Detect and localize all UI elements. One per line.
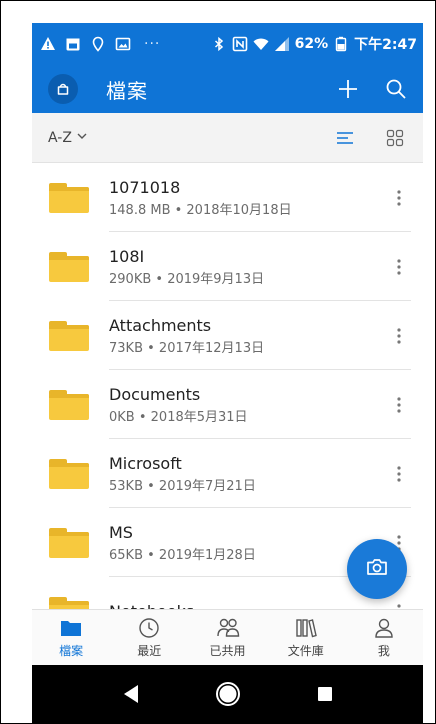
home-icon[interactable]: [214, 680, 242, 708]
bluetooth-icon: [211, 36, 227, 52]
status-ellipsis: ···: [144, 36, 161, 52]
file-info: Documents 0KB • 2018年5月31日: [109, 382, 387, 428]
signal-icon: [274, 36, 290, 52]
folder-icon: [49, 527, 89, 558]
folder-icon: [49, 389, 89, 420]
camera-icon: [365, 555, 389, 583]
bottom-navigation: 檔案 最近 已共用 文件庫 我: [32, 609, 423, 665]
status-bar: ··· 62% 下午2:47: [32, 23, 423, 65]
nav-label: 我: [377, 644, 390, 658]
nfc-icon: [232, 36, 248, 52]
phone-screen: ··· 62% 下午2:47 檔案 A-Z 1071018 148.8 MB •…: [32, 23, 423, 723]
file-meta: 53KB • 2019年7月21日: [109, 478, 256, 494]
chevron-down-icon: [76, 130, 88, 146]
file-row[interactable]: 108I 290KB • 2019年9月13日: [32, 232, 423, 301]
more-options-icon[interactable]: [387, 186, 411, 210]
nav-label: 已共用: [209, 644, 246, 658]
notification-icons: ···: [40, 36, 168, 52]
file-name: Attachments: [109, 315, 212, 335]
file-name: Notebooks: [109, 601, 387, 610]
file-info: Notebooks: [109, 599, 387, 610]
app-bar: 檔案: [32, 65, 423, 113]
clock-icon: [137, 616, 161, 640]
wifi-icon: [253, 36, 269, 52]
person-icon: [372, 616, 396, 640]
nav-label: 文件庫: [287, 644, 324, 658]
file-row[interactable]: 1071018 148.8 MB • 2018年10月18日: [32, 163, 423, 232]
file-info: 1071018 148.8 MB • 2018年10月18日: [109, 175, 387, 221]
camera-fab-button[interactable]: [347, 539, 407, 599]
folder-icon: [59, 616, 83, 640]
file-row[interactable]: Attachments 73KB • 2017年12月13日: [32, 301, 423, 370]
sort-dropdown[interactable]: A-Z: [48, 130, 88, 146]
file-row[interactable]: Microsoft 53KB • 2019年7月21日: [32, 439, 423, 508]
file-meta: 65KB • 2019年1月28日: [109, 547, 256, 563]
file-name: MS: [109, 522, 133, 542]
nav-item-recent[interactable]: 最近: [110, 610, 188, 665]
more-options-icon[interactable]: [387, 462, 411, 486]
file-meta: 73KB • 2017年12月13日: [109, 340, 265, 356]
nav-item-me[interactable]: 我: [345, 610, 423, 665]
grid-view-icon[interactable]: [385, 128, 405, 148]
add-icon[interactable]: [335, 76, 361, 102]
screenshot-frame: ··· 62% 下午2:47 檔案 A-Z 1071018 148.8 MB •…: [0, 0, 436, 724]
clock-time: 下午2:47: [354, 37, 417, 53]
more-options-icon[interactable]: [387, 600, 411, 610]
app-bar-actions: [335, 76, 409, 102]
calendar-icon: [65, 36, 81, 52]
recents-icon[interactable]: [311, 680, 339, 708]
file-info: Microsoft 53KB • 2019年7月21日: [109, 451, 387, 497]
sort-bar: A-Z: [32, 113, 423, 163]
file-info: Attachments 73KB • 2017年12月13日: [109, 313, 387, 359]
file-info: MS 65KB • 2019年1月28日: [109, 520, 387, 566]
file-meta: 148.8 MB • 2018年10月18日: [109, 202, 292, 218]
file-meta: 290KB • 2019年9月13日: [109, 271, 265, 287]
nav-label: 檔案: [59, 644, 84, 658]
system-navigation-bar: [32, 665, 423, 723]
system-status: 62% 下午2:47: [211, 34, 417, 54]
file-meta: 0KB • 2018年5月31日: [109, 409, 248, 425]
shared-icon: [216, 616, 240, 640]
file-name: Microsoft: [109, 453, 182, 473]
search-icon[interactable]: [383, 76, 409, 102]
location-icon: [90, 36, 106, 52]
file-name: 1071018: [109, 177, 181, 197]
sort-label: A-Z: [48, 129, 72, 146]
folder-icon: [49, 458, 89, 489]
library-icon: [294, 616, 318, 640]
account-icon[interactable]: [48, 74, 78, 104]
folder-icon: [49, 182, 89, 213]
file-info: 108I 290KB • 2019年9月13日: [109, 244, 387, 290]
more-options-icon[interactable]: [387, 393, 411, 417]
file-row[interactable]: Documents 0KB • 2018年5月31日: [32, 370, 423, 439]
folder-icon: [49, 320, 89, 351]
nav-item-files[interactable]: 檔案: [32, 610, 110, 665]
nav-item-library[interactable]: 文件庫: [267, 610, 345, 665]
image-icon: [115, 36, 131, 52]
folder-icon: [49, 596, 89, 609]
view-toggle: [335, 128, 405, 148]
file-name: Documents: [109, 384, 201, 404]
folder-icon: [49, 251, 89, 282]
page-title: 檔案: [106, 78, 148, 103]
nav-label: 最近: [137, 644, 162, 658]
back-icon[interactable]: [117, 680, 145, 708]
warning-icon: [40, 36, 56, 52]
list-view-icon[interactable]: [335, 128, 355, 148]
more-options-icon[interactable]: [387, 324, 411, 348]
nav-item-shared[interactable]: 已共用: [188, 610, 266, 665]
battery-percent: 62%: [294, 36, 329, 52]
more-options-icon[interactable]: [387, 255, 411, 279]
battery-icon: [333, 36, 349, 52]
file-name: 108I: [109, 246, 145, 266]
